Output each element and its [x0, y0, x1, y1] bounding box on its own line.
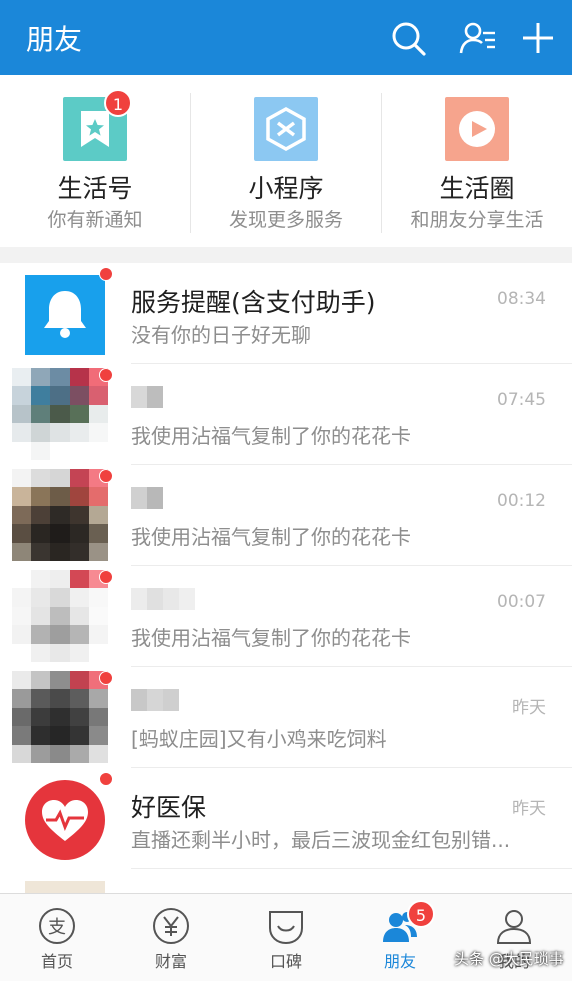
tab-label: 朋友 — [383, 952, 416, 971]
tab-friends[interactable]: 5 朋友 — [343, 894, 457, 981]
contacts-icon[interactable] — [458, 18, 498, 58]
conversation-row[interactable] — [0, 869, 572, 893]
mini-program-card[interactable]: 小程序 发现更多服务 — [191, 75, 381, 247]
blurred-avatar — [12, 570, 108, 662]
conversation-message: 我使用沾福气复制了你的花花卡 — [131, 525, 411, 549]
blurred-avatar — [12, 671, 108, 763]
watermark: 头条 @大民琐事 — [454, 950, 564, 968]
conversation-row[interactable]: 好医保 昨天 直播还剩半小时，最后三波现金红包别错... — [0, 768, 572, 869]
tab-label: 口碑 — [269, 952, 302, 971]
conversation-row[interactable]: 00:07 我使用沾福气复制了你的花花卡 — [0, 566, 572, 667]
card-title: 生活圈 — [439, 174, 515, 203]
heart-pulse-icon — [25, 780, 105, 860]
svg-text:支: 支 — [48, 917, 66, 938]
conversation-row[interactable]: 服务提醒(含支付助手) 08:34 没有你的日子好无聊 — [0, 263, 572, 364]
tab-wealth[interactable]: 财富 — [114, 894, 228, 981]
conversation-time: 昨天 — [512, 799, 546, 819]
conversation-row[interactable]: 昨天 [蚂蚁庄园]又有小鸡来吃饲料 — [0, 667, 572, 768]
partial-avatar — [25, 881, 105, 893]
miniprogram-icon — [254, 97, 318, 161]
card-title: 生活号 — [57, 174, 133, 203]
conversation-name — [131, 487, 163, 509]
conversation-name — [131, 588, 195, 610]
card-subtitle: 和朋友分享生活 — [410, 209, 544, 231]
page-title: 朋友 — [26, 23, 83, 56]
add-icon[interactable] — [518, 18, 558, 58]
bell-icon — [25, 275, 105, 355]
tab-label: 首页 — [40, 952, 73, 971]
person-icon — [494, 906, 534, 946]
card-subtitle: 发现更多服务 — [228, 209, 343, 231]
tab-home[interactable]: 支 首页 — [0, 894, 114, 981]
search-icon[interactable] — [388, 18, 428, 58]
unread-dot — [99, 469, 113, 483]
top-bar: 朋友 — [0, 0, 572, 75]
conversation-name: 好医保 — [131, 793, 207, 822]
conversation-message: 没有你的日子好无聊 — [131, 323, 311, 347]
conversation-name — [131, 386, 163, 408]
conversation-name — [131, 689, 179, 711]
conversation-message: 直播还剩半小时，最后三波现金红包别错... — [131, 828, 511, 852]
blurred-avatar — [12, 368, 108, 460]
unread-dot — [99, 671, 113, 685]
conversation-time: 00:12 — [497, 491, 546, 511]
life-account-card[interactable]: 1 生活号 你有新通知 — [0, 75, 190, 247]
conversation-message: 我使用沾福气复制了你的花花卡 — [131, 424, 411, 448]
tab-label: 财富 — [154, 952, 187, 971]
conversation-row[interactable]: 07:45 我使用沾福气复制了你的花花卡 — [0, 364, 572, 465]
conversation-list: 服务提醒(含支付助手) 08:34 没有你的日子好无聊 07:45 我使用沾福气… — [0, 263, 572, 893]
conversation-name: 服务提醒(含支付助手) — [131, 288, 376, 317]
card-title: 小程序 — [248, 174, 324, 203]
conversation-message: [蚂蚁庄园]又有小鸡来吃饲料 — [131, 727, 387, 751]
life-circle-icon — [445, 97, 509, 161]
tab-koubei[interactable]: 口碑 — [229, 894, 343, 981]
unread-dot — [99, 267, 113, 281]
conversation-time: 07:45 — [497, 390, 546, 410]
quick-entry-panel: 1 生活号 你有新通知 小程序 发现更多服务 生活圈 和朋友分享生活 — [0, 75, 572, 247]
koubei-icon — [266, 906, 306, 946]
conversation-message: 我使用沾福气复制了你的花花卡 — [131, 626, 411, 650]
conversation-row[interactable]: 00:12 我使用沾福气复制了你的花花卡 — [0, 465, 572, 566]
life-circle-card[interactable]: 生活圈 和朋友分享生活 — [382, 75, 572, 247]
conversation-time: 昨天 — [512, 698, 546, 718]
conversation-time: 00:07 — [497, 592, 546, 612]
card-subtitle: 你有新通知 — [47, 209, 143, 231]
notification-badge: 1 — [104, 89, 132, 117]
conversation-time: 08:34 — [497, 289, 546, 309]
alipay-home-icon: 支 — [37, 906, 77, 946]
unread-dot — [99, 772, 113, 786]
notification-badge: 5 — [407, 900, 435, 928]
yen-icon — [151, 906, 191, 946]
blurred-avatar — [12, 469, 108, 561]
unread-dot — [99, 368, 113, 382]
unread-dot — [99, 570, 113, 584]
